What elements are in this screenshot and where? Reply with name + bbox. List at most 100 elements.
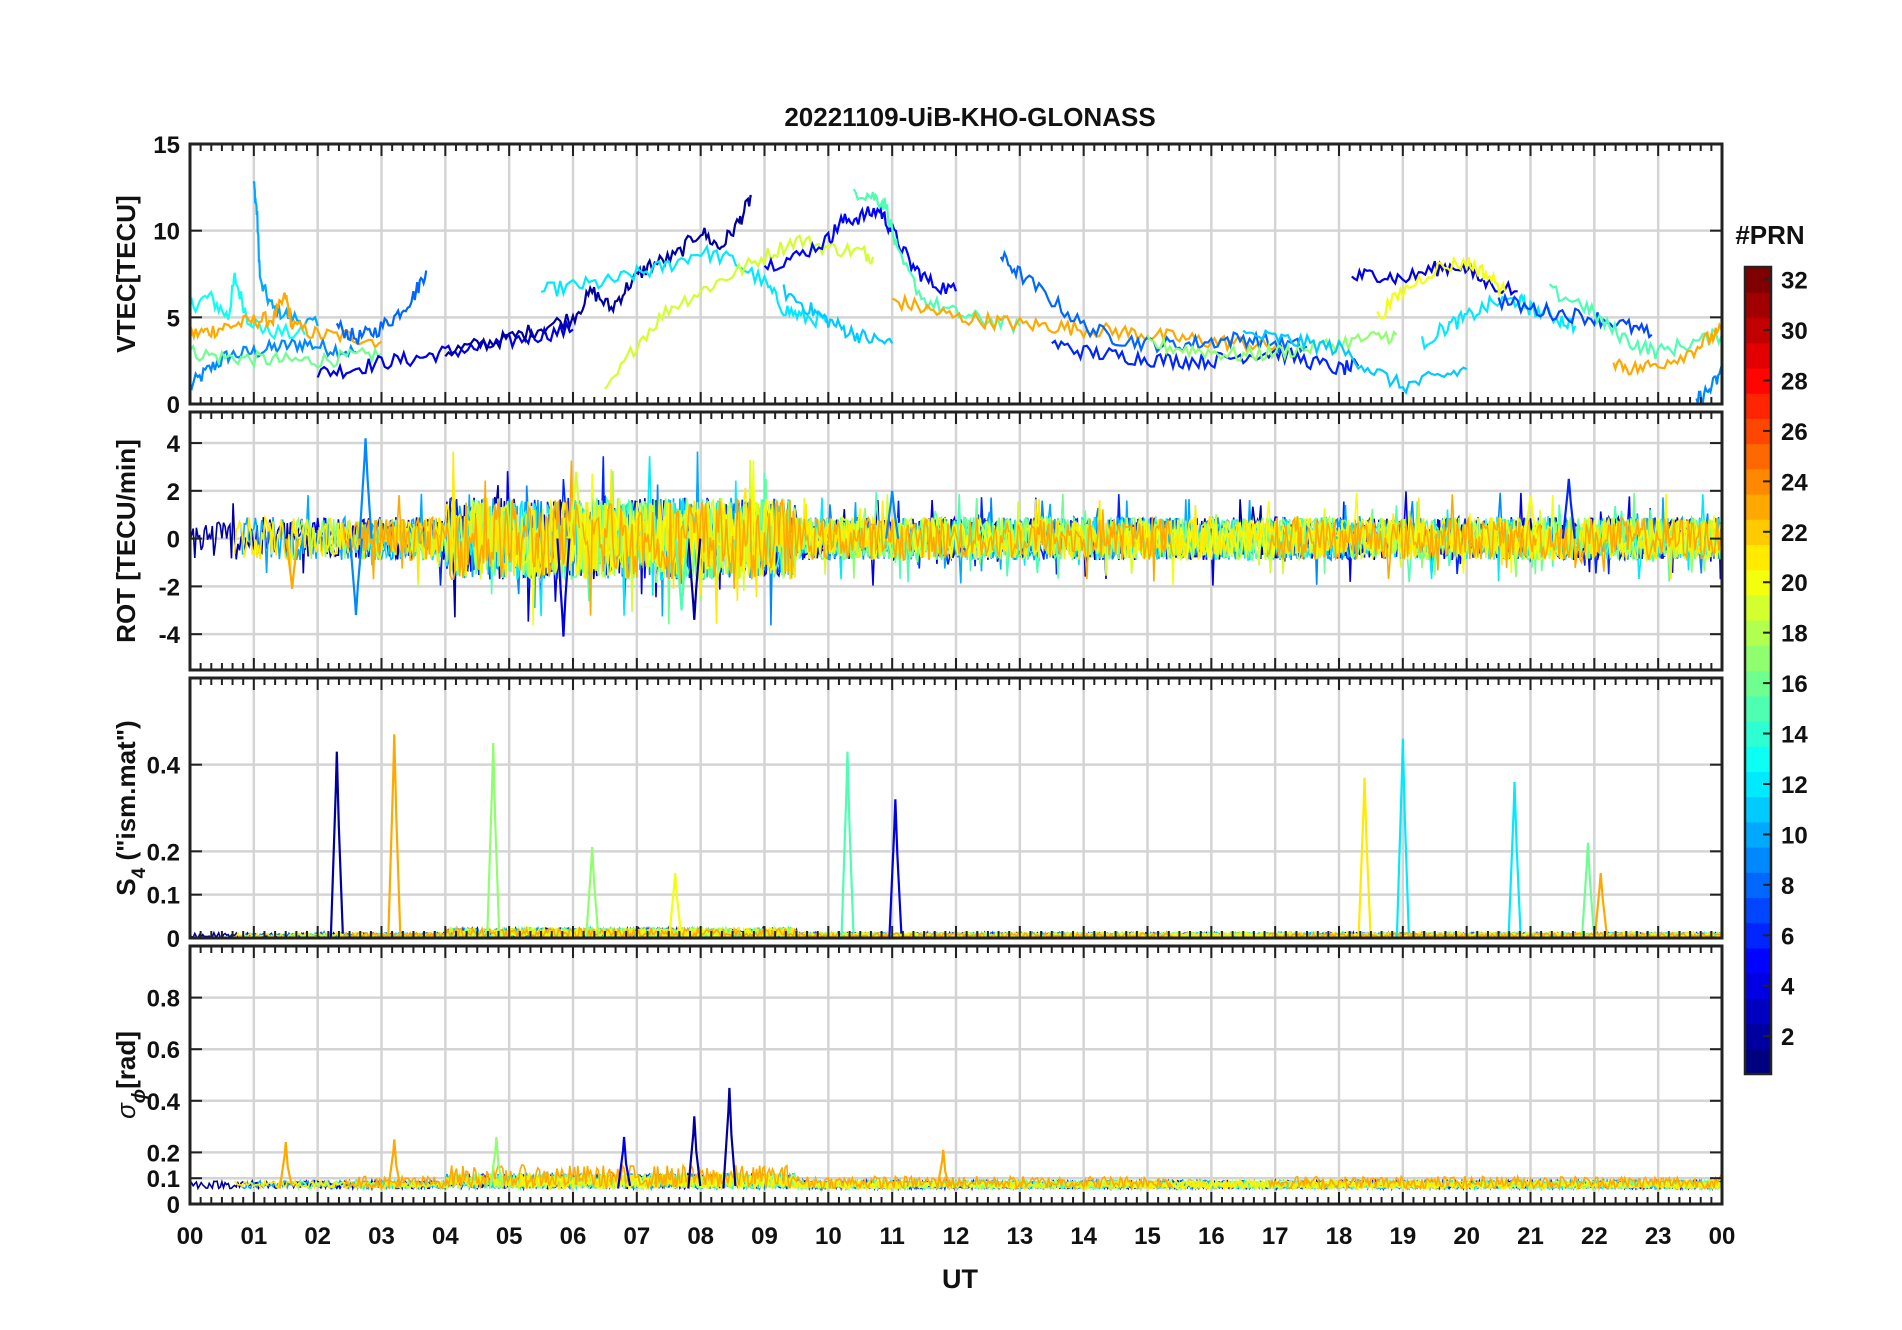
x-axis-tick-labels: 00 01 02 03 04 05 06 07 08 09 10 11 12 13 14 15 16 17 18 19… [177,1223,1736,1250]
x-tick-label: 21 [1517,1223,1544,1250]
vtec-series-prn-11 [1242,328,1468,396]
y-tick-label: 15 [153,132,180,159]
colorbar-tick-label: 10 [1781,822,1808,849]
grid-lines [188,946,1724,1206]
colorbar-tick-label: 6 [1781,923,1794,950]
colorbar-tick-label: 14 [1781,722,1808,749]
x-tick-label: 23 [1645,1223,1672,1250]
spike-prn-2 [329,751,344,938]
spike-prn-15 [840,751,855,938]
y-tick-label: 0 [167,926,180,953]
colorbar-tick-label: 22 [1781,520,1808,547]
x-tick-label: 18 [1326,1223,1353,1250]
colorbar-title: #PRN [1735,220,1804,250]
y-tick-label: 0 [167,527,180,554]
colorbar-tick-label: 24 [1781,469,1808,496]
y-tick-label: 0.1 [147,883,180,910]
x-tick-label: 00 [177,1223,204,1250]
x-tick-label: 00 [1709,1223,1736,1250]
spike-prn-17 [486,742,501,938]
colorbar-tick-label: 26 [1781,419,1808,446]
grid-lines [188,678,1724,940]
y-tick-label: 0.2 [147,1140,180,1167]
colorbar-tick-label: 18 [1781,621,1808,648]
vtec-series-prn-17 [1146,329,1398,363]
y-tick-label: 4 [167,431,181,458]
colorbar-segment [1745,342,1771,369]
y-tick-label: 10 [153,219,180,246]
y-tick-label: -2 [159,574,180,601]
x-tick-label: 03 [368,1223,395,1250]
x-tick-label: 09 [751,1223,778,1250]
x-tick-label: 06 [560,1223,587,1250]
vtec-series-prn-10 [252,181,319,332]
colorbar-segment [1745,998,1771,1025]
grid-lines [188,142,1724,406]
y-tick-label: 0 [167,392,180,419]
colorbar-segment [1745,393,1771,419]
spike-prn-16 [1580,842,1596,938]
y-tick-label: 0.2 [147,839,180,866]
panel-2: -4 -2 0 2 4 ROT [TECU/min] [111,410,1724,672]
colorbar-tick-label: 16 [1781,671,1808,698]
y-tick-label: -4 [159,622,181,649]
spike-prn-17 [585,846,600,938]
y-tick-label: 0.4 [147,1089,181,1116]
x-tick-label: 10 [815,1223,842,1250]
y-tick-label: 0.1 [147,1166,180,1193]
colorbar-tick-label: 12 [1781,772,1808,799]
y-axis-label: VTEC[TECU] [111,195,141,352]
vtec-series-prn-2 [444,194,752,357]
x-tick-label: 05 [496,1223,523,1250]
colorbar-segment [1745,1048,1771,1075]
y-axis-label: ROT [TECU/min] [111,439,141,643]
vtec-series-prn-23 [190,292,383,350]
spike-prn-23 [1593,872,1608,938]
x-tick-label: 07 [623,1223,650,1250]
x-tick-label: 14 [1070,1223,1097,1250]
x-tick-label: 19 [1389,1223,1416,1250]
colorbar-tick-label: 32 [1781,268,1808,295]
y-axis-label: S4 ("ism.mat") [111,720,150,895]
y-tick-label: 5 [167,305,180,332]
y-tick-label: 0.8 [147,986,180,1013]
x-tick-label: 02 [304,1223,331,1250]
x-tick-label: 15 [1134,1223,1161,1250]
x-tick-label: 22 [1581,1223,1608,1250]
colorbar-segment [1745,544,1771,571]
colorbar-segment [1745,897,1771,924]
x-axis-label: UT [942,1264,978,1294]
panels-container: 051015VTEC[TECU]-4-2024ROT [TECU/min]00.… [111,132,1724,1219]
vtec-series-prn-12 [540,243,829,330]
y-tick-label: 0.6 [147,1037,180,1064]
colorbar-tick-label: 2 [1781,1024,1794,1051]
colorbar-segment [1745,796,1771,823]
colorbar-tick-label: 28 [1781,368,1808,395]
colorbar-tick-label: 30 [1781,318,1808,345]
colorbar-tick-label: 8 [1781,873,1794,900]
colorbar-segment [1745,493,1771,520]
chart-title: 20221109-UiB-KHO-GLONASS [784,102,1155,132]
vtec-series-prn-19 [604,234,875,390]
colorbar-segment [1745,443,1771,470]
y-tick-label: 2 [167,479,180,506]
colorbar-tick-label: 4 [1781,974,1795,1001]
colorbar-segment [1745,594,1771,621]
y-axis-label: σϕ[rad] [111,1031,150,1119]
panel-1: 0 5 10 15 VTEC[TECU] [111,132,1724,419]
y-tick-label: 0 [167,1192,180,1219]
x-tick-label: 08 [687,1223,714,1250]
colorbar-segment [1745,947,1771,974]
x-tick-label: 20 [1453,1223,1480,1250]
panel-3: 0 0.1 0.2 0.4S4 ("ism.mat") [111,676,1724,953]
spike-prn-12 [1507,781,1522,938]
colorbar-segment [1745,695,1771,722]
colorbar-segment [1745,746,1771,772]
x-tick-label: 16 [1198,1223,1225,1250]
panel-4: 00.10.2 0.4 0.6 0.8 σϕ[rad] [111,944,1724,1219]
vtec-series-prn-12 [1420,293,1577,351]
colorbar-segment [1745,847,1771,873]
x-tick-label: 13 [1006,1223,1033,1250]
x-tick-label: 12 [943,1223,970,1250]
colorbar-segment [1745,292,1771,319]
